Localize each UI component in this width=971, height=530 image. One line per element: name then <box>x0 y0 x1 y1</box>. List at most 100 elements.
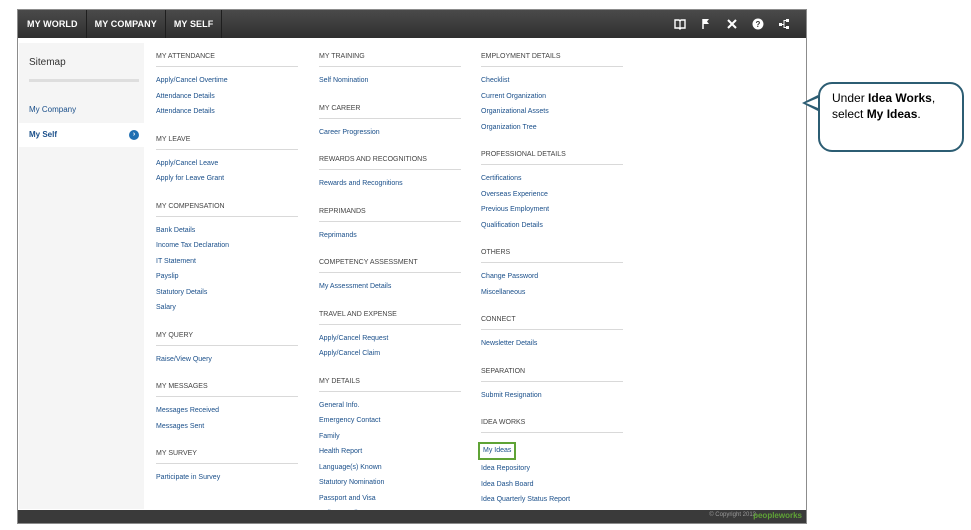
link-certifications[interactable]: Certifications <box>481 171 629 187</box>
section-others: OTHERS Change Password Miscellaneous <box>481 239 629 300</box>
link-qualification-details[interactable]: Qualification Details <box>481 218 629 234</box>
link-attendance-details-2[interactable]: Attendance Details <box>156 104 304 120</box>
link-self-nomination[interactable]: Self Nomination <box>319 73 467 89</box>
link-bank-details[interactable]: Bank Details <box>156 223 304 239</box>
link-languages-known[interactable]: Language(s) Known <box>319 460 467 476</box>
arrow-right-icon: › <box>129 130 139 140</box>
link-idea-quarterly-status-report[interactable]: Idea Quarterly Status Report <box>481 492 629 508</box>
link-idea-repository[interactable]: Idea Repository <box>481 461 629 477</box>
link-statutory-nomination[interactable]: Statutory Nomination <box>319 475 467 491</box>
callout-bold-2: My Ideas <box>866 107 918 121</box>
link-messages-received[interactable]: Messages Received <box>156 403 304 419</box>
link-checklist[interactable]: Checklist <box>481 73 629 89</box>
section-my-messages: MY MESSAGES Messages Received Messages S… <box>156 373 304 434</box>
link-participate-in-survey[interactable]: Participate in Survey <box>156 470 304 486</box>
link-apply-cancel-overtime[interactable]: Apply/Cancel Overtime <box>156 73 304 89</box>
link-submit-resignation[interactable]: Submit Resignation <box>481 388 629 404</box>
sidebar-item-my-company[interactable]: My Company <box>19 98 144 122</box>
toolbar-icons: ? <box>667 10 797 38</box>
link-family[interactable]: Family <box>319 429 467 445</box>
section-heading: REPRIMANDS <box>319 198 461 222</box>
link-it-statement[interactable]: IT Statement <box>156 254 304 270</box>
section-heading: TRAVEL AND EXPENSE <box>319 301 461 325</box>
section-rewards: REWARDS AND RECOGNITIONS Rewards and Rec… <box>319 146 467 192</box>
link-newsletter-details[interactable]: Newsletter Details <box>481 336 629 352</box>
section-heading: IDEA WORKS <box>481 409 623 433</box>
section-my-query: MY QUERY Raise/View Query <box>156 322 304 368</box>
link-apply-leave-grant[interactable]: Apply for Leave Grant <box>156 171 304 187</box>
link-reprimands[interactable]: Reprimands <box>319 228 467 244</box>
section-competency-assessment: COMPETENCY ASSESSMENT My Assessment Deta… <box>319 249 467 295</box>
section-heading: MY QUERY <box>156 322 298 346</box>
section-heading: MY DETAILS <box>319 368 461 392</box>
help-icon[interactable]: ? <box>745 10 771 38</box>
section-heading: MY LEAVE <box>156 126 298 150</box>
section-heading: EMPLOYMENT DETAILS <box>481 43 623 67</box>
section-my-attendance: MY ATTENDANCE Apply/Cancel Overtime Atte… <box>156 43 304 120</box>
section-reprimands: REPRIMANDS Reprimands <box>319 198 467 244</box>
link-health-report[interactable]: Health Report <box>319 444 467 460</box>
link-income-tax-declaration[interactable]: Income Tax Declaration <box>156 238 304 254</box>
link-idea-dash-board[interactable]: Idea Dash Board <box>481 477 629 493</box>
link-messages-sent[interactable]: Messages Sent <box>156 419 304 435</box>
main-nav: MY WORLD MY COMPANY MY SELF <box>18 10 223 38</box>
link-overseas-experience[interactable]: Overseas Experience <box>481 187 629 203</box>
svg-text:?: ? <box>756 20 761 29</box>
section-travel-and-expense: TRAVEL AND EXPENSE Apply/Cancel Request … <box>319 301 467 362</box>
section-my-career: MY CAREER Career Progression <box>319 95 467 141</box>
link-apply-cancel-leave[interactable]: Apply/Cancel Leave <box>156 156 304 172</box>
link-previous-employment[interactable]: Previous Employment <box>481 202 629 218</box>
link-organizational-assets[interactable]: Organizational Assets <box>481 104 629 120</box>
nav-my-self[interactable]: MY SELF <box>166 10 223 38</box>
sidebar-title: Sitemap <box>29 57 66 68</box>
nav-my-world[interactable]: MY WORLD <box>18 10 87 38</box>
top-navigation-bar: MY WORLD MY COMPANY MY SELF ? <box>18 10 806 38</box>
sidebar-item-label: My Company <box>29 105 77 114</box>
section-connect: CONNECT Newsletter Details <box>481 306 629 352</box>
section-heading: MY SURVEY <box>156 440 298 464</box>
section-my-training: MY TRAINING Self Nomination <box>319 43 467 89</box>
section-heading: MY COMPENSATION <box>156 193 298 217</box>
tools-icon[interactable] <box>719 10 745 38</box>
link-rewards-and-recognitions[interactable]: Rewards and Recognitions <box>319 176 467 192</box>
footer-bar: © Copyright 2013 peopleworks <box>18 510 806 523</box>
sitemap-column-1: MY ATTENDANCE Apply/Cancel Overtime Atte… <box>156 43 304 492</box>
link-raise-view-query[interactable]: Raise/View Query <box>156 352 304 368</box>
section-heading: MY ATTENDANCE <box>156 43 298 67</box>
link-payslip[interactable]: Payslip <box>156 269 304 285</box>
copyright-text: © Copyright 2013 <box>709 512 756 518</box>
app-window: MY WORLD MY COMPANY MY SELF ? Sitemap My… <box>17 9 807 524</box>
flag-icon[interactable] <box>693 10 719 38</box>
book-icon[interactable] <box>667 10 693 38</box>
link-apply-cancel-claim[interactable]: Apply/Cancel Claim <box>319 346 467 362</box>
section-heading: OTHERS <box>481 239 623 263</box>
section-my-compensation: MY COMPENSATION Bank Details Income Tax … <box>156 193 304 316</box>
section-heading: CONNECT <box>481 306 623 330</box>
link-passport-and-visa[interactable]: Passport and Visa <box>319 491 467 507</box>
link-career-progression[interactable]: Career Progression <box>319 125 467 141</box>
link-my-assessment-details[interactable]: My Assessment Details <box>319 279 467 295</box>
link-apply-cancel-request[interactable]: Apply/Cancel Request <box>319 331 467 347</box>
callout-text-1: Under <box>832 91 869 105</box>
section-heading: MY CAREER <box>319 95 461 119</box>
link-attendance-details[interactable]: Attendance Details <box>156 89 304 105</box>
link-current-organization[interactable]: Current Organization <box>481 89 629 105</box>
callout-text-3: . <box>917 107 921 121</box>
link-organization-tree[interactable]: Organization Tree <box>481 120 629 136</box>
link-emergency-contact[interactable]: Emergency Contact <box>319 413 467 429</box>
section-my-survey: MY SURVEY Participate in Survey <box>156 440 304 486</box>
section-heading: MY TRAINING <box>319 43 461 67</box>
link-change-password[interactable]: Change Password <box>481 269 629 285</box>
sidebar-item-my-self[interactable]: My Self › <box>19 123 144 147</box>
link-my-ideas[interactable]: My Ideas <box>478 442 517 460</box>
sitemap-column-2: MY TRAINING Self Nomination MY CAREER Ca… <box>319 43 467 523</box>
section-my-details: MY DETAILS General Info. Emergency Conta… <box>319 368 467 522</box>
link-salary[interactable]: Salary <box>156 300 304 316</box>
nav-my-company[interactable]: MY COMPANY <box>87 10 166 38</box>
link-miscellaneous[interactable]: Miscellaneous <box>481 285 629 301</box>
section-separation: SEPARATION Submit Resignation <box>481 358 629 404</box>
link-statutory-details[interactable]: Statutory Details <box>156 285 304 301</box>
link-general-info[interactable]: General Info. <box>319 398 467 414</box>
sitemap-icon[interactable] <box>771 10 797 38</box>
sidebar-item-label: My Self <box>29 130 58 139</box>
